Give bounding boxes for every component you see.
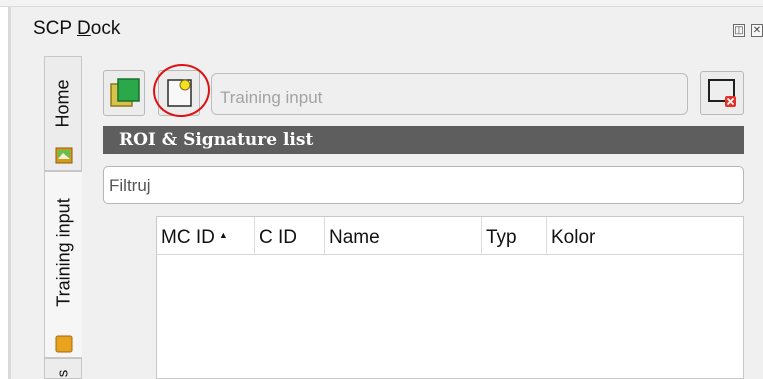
close-dock-button[interactable]: ✕ (751, 24, 763, 37)
column-header-name[interactable]: Name (325, 217, 482, 255)
top-strip (0, 0, 763, 7)
float-icon: ◫ (734, 25, 744, 36)
tab-home-label: Home (52, 79, 73, 128)
training-tab-icon (55, 335, 73, 353)
column-header-mc-id[interactable]: MC ID ▲ (157, 217, 255, 255)
roi-signature-list-header: ROI & Signature list (103, 126, 744, 154)
sort-ascending-icon: ▲ (218, 230, 228, 240)
float-dock-button[interactable]: ◫ (733, 24, 745, 37)
remove-training-input-icon (708, 79, 736, 107)
create-training-file-icon (110, 78, 140, 107)
column-header-typ[interactable]: Typ (482, 217, 547, 255)
tab-next[interactable]: s (44, 358, 82, 379)
table-header: MC ID ▲ C ID Name Typ Kolor (157, 217, 743, 255)
tab-training-input-label: Training input (53, 198, 73, 307)
tab-home[interactable]: Home (44, 56, 82, 171)
column-header-kolor[interactable]: Kolor (547, 217, 743, 255)
tab-next-label: s (54, 369, 72, 378)
create-training-file-button[interactable] (103, 70, 145, 116)
filter-input[interactable]: Filtruj (103, 166, 744, 204)
remove-training-input-button[interactable] (700, 71, 744, 115)
dock-title: SCP Dock (33, 18, 121, 39)
column-header-c-id[interactable]: C ID (255, 217, 325, 255)
tab-training-input[interactable]: Training input (44, 171, 82, 358)
close-icon: ✕ (752, 25, 762, 36)
home-tab-icon (55, 147, 73, 164)
training-input-field[interactable]: Training input (211, 73, 688, 115)
